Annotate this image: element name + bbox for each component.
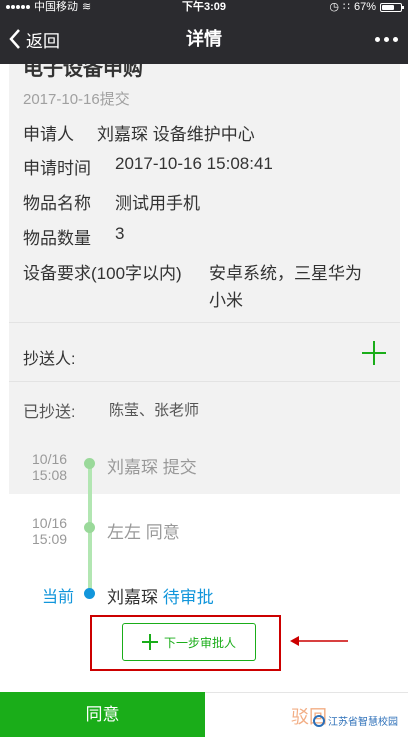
item-qty-row: 物品数量 3 — [23, 224, 124, 249]
reject-button[interactable]: 驳回 江苏省智慧校园 — [205, 692, 408, 737]
detail-page[interactable]: 电子设备申购 2017-10-16提交 申请人 刘嘉琛 设备维护中心 申请时间 … — [0, 64, 408, 692]
cc-label: 抄送人: — [23, 351, 76, 368]
status-bar: 中国移动 ≋ 下午3:09 ◷ ∷ 67% — [0, 0, 408, 14]
request-card: 电子设备申购 2017-10-16提交 申请人 刘嘉琛 设备维护中心 申请时间 … — [9, 64, 400, 494]
watermark: 江苏省智慧校园 — [313, 713, 398, 728]
plus-icon — [141, 634, 158, 650]
battery-icon — [380, 2, 404, 12]
timeline-date: 10/16 — [32, 515, 68, 531]
item-qty-label: 物品数量 — [23, 229, 91, 248]
chevron-left-icon — [9, 29, 20, 49]
timeline-dot — [84, 458, 95, 469]
timeline-entry-current: 刘嘉琛 待审批 — [107, 583, 214, 608]
requirement-value-line2: 小米 — [209, 291, 243, 310]
timeline-current-label: 当前 — [42, 589, 75, 606]
sent-label: 已抄送: — [23, 404, 76, 421]
watermark-logo-icon — [313, 714, 325, 727]
timeline-date: 10/16 — [32, 451, 68, 467]
submit-date: 2017-10-16提交 — [23, 91, 130, 108]
timeline-clock: 15:08 — [32, 467, 68, 483]
applicant-value: 刘嘉琛 设备维护中心 — [97, 125, 255, 144]
item-name-value: 测试用手机 — [115, 194, 200, 213]
next-approver-button[interactable]: 下一步审批人 — [122, 623, 256, 661]
applicant-label: 申请人 — [23, 125, 74, 144]
agree-button[interactable]: 同意 — [0, 692, 205, 737]
item-qty-value: 3 — [115, 224, 125, 243]
requirement-value-line1: 安卓系统，三星华为 — [209, 264, 362, 283]
alarm-icon: ◷ — [329, 1, 339, 13]
requirement-label: 设备要求(100字以内) — [23, 264, 182, 283]
watermark-text: 江苏省智慧校园 — [328, 717, 398, 728]
timeline-dot — [84, 522, 95, 533]
request-title: 电子设备申购 — [23, 64, 143, 80]
timeline-entry-2: 左左 同意 — [107, 523, 180, 542]
applicant-row: 申请人 刘嘉琛 设备维护中心 — [23, 120, 255, 145]
nav-bar: 返回 详情 — [0, 14, 408, 64]
add-cc-plus-icon[interactable] — [362, 341, 386, 365]
apply-time-value: 2017-10-16 15:08:41 — [115, 154, 273, 173]
timeline-current-dot — [84, 588, 95, 599]
pending-status: 待审批 — [162, 588, 214, 607]
apply-time-label: 申请时间 — [23, 159, 91, 178]
back-label: 返回 — [26, 31, 60, 51]
current-approver: 刘嘉琛 — [107, 588, 158, 607]
timeline-clock: 15:09 — [32, 531, 68, 547]
back-button[interactable]: 返回 — [8, 14, 60, 64]
apply-time-row: 申请时间 2017-10-16 15:08:41 — [23, 154, 273, 179]
page-title: 详情 — [186, 29, 222, 49]
next-approver-label: 下一步审批人 — [163, 635, 236, 650]
item-name-label: 物品名称 — [23, 194, 91, 213]
sent-recipients: 陈莹、张老师 — [109, 402, 200, 419]
divider — [9, 381, 400, 382]
bottom-action-bar: 同意 驳回 江苏省智慧校园 — [0, 692, 408, 737]
battery-percent: 67% — [353, 1, 376, 13]
more-menu-icon[interactable] — [375, 14, 398, 64]
timeline-time-2: 10/16 15:09 — [32, 515, 67, 547]
bluetooth-icon: ∷ — [342, 1, 350, 13]
divider — [9, 322, 400, 323]
arrow-left-icon — [290, 636, 348, 646]
timeline-entry-1: 刘嘉琛 提交 — [107, 458, 197, 477]
requirement-row: 设备要求(100字以内) 安卓系统，三星华为 小米 — [23, 259, 362, 310]
timeline-time-1: 10/16 15:08 — [32, 451, 67, 483]
item-name-row: 物品名称 测试用手机 — [23, 189, 200, 214]
